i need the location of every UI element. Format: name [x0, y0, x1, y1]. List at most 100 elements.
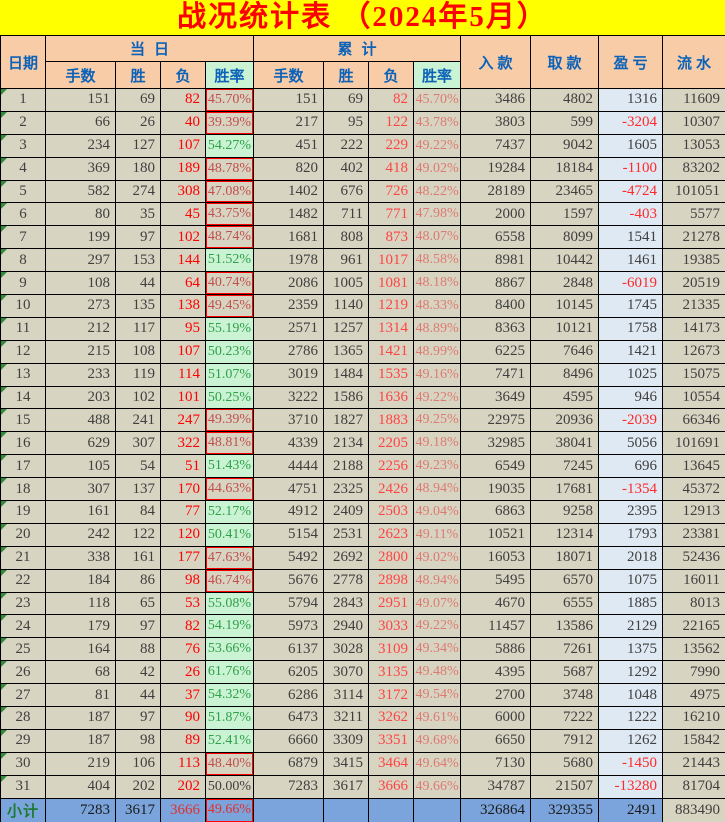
- cum-rate-cell[interactable]: 48.22%: [414, 180, 461, 203]
- daily-loss-cell[interactable]: 102: [161, 226, 206, 249]
- daily-rate-cell[interactable]: 49.45%: [206, 295, 254, 318]
- daily-win-cell[interactable]: 137: [116, 478, 161, 501]
- deposit-cell[interactable]: 6225: [461, 340, 531, 363]
- cum-hands-cell[interactable]: 2571: [254, 317, 324, 340]
- daily-rate-cell[interactable]: 48.78%: [206, 157, 254, 180]
- deposit-cell[interactable]: 6549: [461, 455, 531, 478]
- date-cell[interactable]: 7: [1, 226, 46, 249]
- cum-loss-cell[interactable]: 1636: [369, 386, 414, 409]
- turnover-cell[interactable]: 21443: [663, 752, 725, 775]
- pnl-cell[interactable]: -3204: [599, 111, 663, 134]
- daily-win-cell[interactable]: 161: [116, 546, 161, 569]
- daily-rate-cell[interactable]: 40.74%: [206, 272, 254, 295]
- cum-loss-cell[interactable]: 1883: [369, 409, 414, 432]
- daily-loss-cell[interactable]: 82: [161, 89, 206, 112]
- cum-rate-cell[interactable]: 47.98%: [414, 203, 461, 226]
- date-cell[interactable]: 22: [1, 569, 46, 592]
- daily-win-cell[interactable]: 102: [116, 386, 161, 409]
- date-cell[interactable]: 4: [1, 157, 46, 180]
- cum-hands-cell[interactable]: 5973: [254, 615, 324, 638]
- pnl-cell[interactable]: 1541: [599, 226, 663, 249]
- cum-loss-cell[interactable]: 2503: [369, 501, 414, 524]
- turnover-cell[interactable]: 12673: [663, 340, 725, 363]
- withdraw-cell[interactable]: 2848: [531, 272, 599, 295]
- cum-rate-cell[interactable]: 49.18%: [414, 432, 461, 455]
- daily-hands-cell[interactable]: 219: [46, 752, 116, 775]
- cum-rate-cell[interactable]: 49.64%: [414, 752, 461, 775]
- withdraw-cell[interactable]: 7261: [531, 638, 599, 661]
- daily-loss-cell[interactable]: 308: [161, 180, 206, 203]
- pnl-cell[interactable]: -6019: [599, 272, 663, 295]
- cum-win-cell[interactable]: 3309: [324, 729, 369, 752]
- cum-hands-cell[interactable]: 451: [254, 134, 324, 157]
- cum-loss-cell[interactable]: 3351: [369, 729, 414, 752]
- withdraw-cell[interactable]: 7912: [531, 729, 599, 752]
- withdraw-cell[interactable]: 9042: [531, 134, 599, 157]
- deposit-cell[interactable]: 8867: [461, 272, 531, 295]
- cum-win-cell[interactable]: 2692: [324, 546, 369, 569]
- cum-hands-cell[interactable]: 4339: [254, 432, 324, 455]
- turnover-cell[interactable]: 20519: [663, 272, 725, 295]
- daily-loss-cell[interactable]: 90: [161, 707, 206, 730]
- turnover-cell[interactable]: 14173: [663, 317, 725, 340]
- deposit-cell[interactable]: 4395: [461, 661, 531, 684]
- cum-rate-cell[interactable]: 49.34%: [414, 638, 461, 661]
- pnl-cell[interactable]: 1292: [599, 661, 663, 684]
- deposit-cell[interactable]: 8400: [461, 295, 531, 318]
- daily-hands-cell[interactable]: 187: [46, 729, 116, 752]
- cum-loss-cell[interactable]: 2623: [369, 523, 414, 546]
- date-cell[interactable]: 25: [1, 638, 46, 661]
- cum-loss-cell[interactable]: 2800: [369, 546, 414, 569]
- pnl-cell[interactable]: 1793: [599, 523, 663, 546]
- daily-rate-cell[interactable]: 43.75%: [206, 203, 254, 226]
- cum-hands-cell[interactable]: 6879: [254, 752, 324, 775]
- cum-hands-cell[interactable]: 3710: [254, 409, 324, 432]
- cum-loss-cell[interactable]: 1081: [369, 272, 414, 295]
- turnover-cell[interactable]: 23381: [663, 523, 725, 546]
- daily-rate-cell[interactable]: 55.08%: [206, 592, 254, 615]
- withdraw-cell[interactable]: 6555: [531, 592, 599, 615]
- cum-loss-cell[interactable]: 1535: [369, 363, 414, 386]
- cum-win-cell[interactable]: 3028: [324, 638, 369, 661]
- daily-hands-cell[interactable]: 105: [46, 455, 116, 478]
- daily-rate-cell[interactable]: 50.25%: [206, 386, 254, 409]
- cum-win-cell[interactable]: 1257: [324, 317, 369, 340]
- withdraw-cell[interactable]: 10121: [531, 317, 599, 340]
- date-cell[interactable]: 19: [1, 501, 46, 524]
- withdraw-cell[interactable]: 17681: [531, 478, 599, 501]
- daily-win-cell[interactable]: 108: [116, 340, 161, 363]
- cum-win-cell[interactable]: 1140: [324, 295, 369, 318]
- daily-rate-cell[interactable]: 48.74%: [206, 226, 254, 249]
- daily-loss-cell[interactable]: 202: [161, 775, 206, 798]
- turnover-cell[interactable]: 8013: [663, 592, 725, 615]
- deposit-cell[interactable]: 3803: [461, 111, 531, 134]
- daily-rate-cell[interactable]: 47.08%: [206, 180, 254, 203]
- turnover-cell[interactable]: 83202: [663, 157, 725, 180]
- daily-rate-cell[interactable]: 53.66%: [206, 638, 254, 661]
- cum-rate-cell[interactable]: 49.04%: [414, 501, 461, 524]
- daily-hands-cell[interactable]: 81: [46, 684, 116, 707]
- daily-loss-cell[interactable]: 107: [161, 134, 206, 157]
- pnl-cell[interactable]: -1450: [599, 752, 663, 775]
- cum-hands-cell[interactable]: 1402: [254, 180, 324, 203]
- cum-win-cell[interactable]: 1484: [324, 363, 369, 386]
- deposit-cell[interactable]: 6558: [461, 226, 531, 249]
- subtotal-cum-loss-cell[interactable]: [369, 798, 414, 822]
- daily-hands-cell[interactable]: 66: [46, 111, 116, 134]
- daily-hands-cell[interactable]: 108: [46, 272, 116, 295]
- cum-win-cell[interactable]: 2778: [324, 569, 369, 592]
- withdraw-cell[interactable]: 6570: [531, 569, 599, 592]
- turnover-cell[interactable]: 5577: [663, 203, 725, 226]
- withdraw-cell[interactable]: 10442: [531, 249, 599, 272]
- daily-hands-cell[interactable]: 179: [46, 615, 116, 638]
- pnl-cell[interactable]: 2129: [599, 615, 663, 638]
- cum-loss-cell[interactable]: 3464: [369, 752, 414, 775]
- daily-win-cell[interactable]: 97: [116, 707, 161, 730]
- deposit-cell[interactable]: 6650: [461, 729, 531, 752]
- turnover-cell[interactable]: 21278: [663, 226, 725, 249]
- cum-rate-cell[interactable]: 49.68%: [414, 729, 461, 752]
- cum-loss-cell[interactable]: 2898: [369, 569, 414, 592]
- date-cell[interactable]: 15: [1, 409, 46, 432]
- subtotal-pnl-cell[interactable]: 2491: [599, 798, 663, 822]
- cum-win-cell[interactable]: 1365: [324, 340, 369, 363]
